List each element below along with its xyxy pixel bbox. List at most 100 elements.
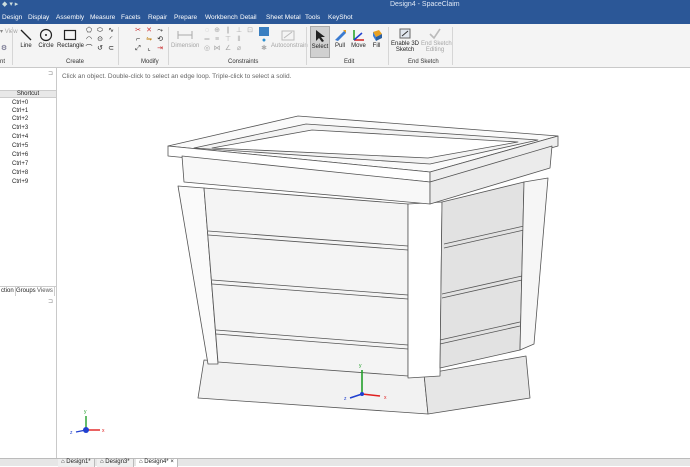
arc-icon[interactable]: ◠ xyxy=(85,36,93,43)
show-constraints-icon[interactable] xyxy=(259,27,269,36)
autoconstrain-button[interactable]: Autoconstrain xyxy=(271,28,308,49)
corner-origin xyxy=(83,427,89,433)
shortcut-item[interactable]: Ctrl+3 xyxy=(12,125,28,131)
shortcut-item[interactable]: Ctrl+8 xyxy=(12,170,28,176)
shortcut-item[interactable]: Ctrl+6 xyxy=(12,152,28,158)
mirror-icon[interactable]: ⇋ xyxy=(145,36,153,43)
shortcut-item[interactable]: Ctrl+4 xyxy=(12,134,28,140)
corner-z-label: z xyxy=(70,430,73,436)
bend-icon[interactable]: ⟲ xyxy=(156,36,164,43)
symmetric-icon[interactable]: ⋈ xyxy=(213,45,221,52)
menu-prepare[interactable]: Prepare xyxy=(174,14,197,21)
pin-icon[interactable]: ⊐ xyxy=(48,70,53,77)
menu-measure[interactable]: Measure xyxy=(90,14,115,21)
corner-icon[interactable]: ⌞ xyxy=(145,45,153,52)
quick-access-toolbar[interactable]: ◆ ▾ ▸ xyxy=(2,0,18,8)
shortcut-item[interactable]: Ctrl+2 xyxy=(12,116,28,122)
tab-selection[interactable]: ction xyxy=(0,287,16,296)
angle-icon[interactable]: ∠ xyxy=(224,45,232,52)
dimension-icon xyxy=(177,31,193,39)
concentric-icon[interactable]: ◎ xyxy=(203,45,211,52)
midpoint-icon[interactable]: ⊕ xyxy=(213,27,221,34)
radius-icon[interactable]: ⌀ xyxy=(235,45,243,52)
menu-sheet-metal[interactable]: Sheet Metal xyxy=(266,14,301,21)
sweep-arc-icon[interactable]: ↺ xyxy=(96,45,104,52)
shortcut-item[interactable]: Ctrl+1 xyxy=(12,108,28,114)
ribbon-separator xyxy=(452,27,453,65)
menu-tools[interactable]: Tools xyxy=(305,14,320,21)
menu-assembly[interactable]: Assembly xyxy=(56,14,84,21)
pin-icon[interactable]: ⊐ xyxy=(48,298,53,305)
ellipse-icon[interactable]: ⬭ xyxy=(96,27,104,34)
three-point-arc-icon[interactable]: ⌒ xyxy=(85,45,93,52)
tab-groups[interactable]: Groups xyxy=(15,287,38,296)
tangent-icon[interactable]: ⊤ xyxy=(224,36,232,43)
circle-tool-button[interactable]: Circle xyxy=(36,28,56,49)
view-button[interactable]: ▾ View xyxy=(0,28,18,35)
menu-repair[interactable]: Repair xyxy=(148,14,167,21)
design-viewport[interactable]: Click an object. Double-click to select … xyxy=(58,68,690,458)
fix-icon[interactable]: ⊡ xyxy=(246,27,254,34)
gear-icon[interactable]: ⚙ xyxy=(0,45,8,52)
polygon-icon[interactable]: ⬠ xyxy=(85,27,93,34)
split-icon[interactable]: ✕ xyxy=(145,27,153,34)
delete-constraint-icon[interactable]: ✱ xyxy=(260,45,268,52)
group-label-edit: Edit xyxy=(344,59,355,65)
line-tool-button[interactable]: Line xyxy=(17,28,35,49)
menu-keyshot[interactable]: KeyShot xyxy=(328,14,353,21)
menu-facets[interactable]: Facets xyxy=(121,14,141,21)
fill-tool-button[interactable]: Fill xyxy=(369,28,384,49)
title-bar: ◆ ▾ ▸ Design4 - SpaceClaim xyxy=(0,0,690,12)
rectangle-tool-button[interactable]: Rectangle xyxy=(57,28,84,49)
rectangle-icon xyxy=(63,29,77,41)
shortcut-item[interactable]: Ctrl+5 xyxy=(12,143,28,149)
parallel-icon[interactable]: ∥ xyxy=(224,27,232,34)
slot-icon[interactable]: ⊂ xyxy=(107,45,115,52)
dimension-button[interactable]: Dimension xyxy=(171,28,199,49)
planter-box-model[interactable]: y x z y x z xyxy=(58,68,690,458)
trim-icon[interactable]: ✂ xyxy=(134,27,142,34)
constraint-color-icon[interactable]: ● xyxy=(260,37,268,44)
side-panel[interactable] xyxy=(439,181,525,369)
perpendicular-icon[interactable]: ⊥ xyxy=(235,27,243,34)
move-icon xyxy=(352,30,364,41)
menu-workbench[interactable]: Workbench xyxy=(205,14,238,21)
ribbon-separator xyxy=(306,27,307,65)
circle-icon xyxy=(39,28,53,42)
equal-icon[interactable]: ⫴ xyxy=(235,36,243,43)
close-icon[interactable]: × xyxy=(170,459,174,465)
enable-3d-sketch-button[interactable]: Enable 3D Sketch xyxy=(391,27,419,53)
back-right-post[interactable] xyxy=(519,177,549,351)
pull-icon xyxy=(335,30,346,41)
end-sketch-editing-button[interactable]: End Sketch Editing xyxy=(421,27,452,53)
shortcut-item[interactable]: Ctrl+7 xyxy=(12,161,28,167)
menu-design[interactable]: Design xyxy=(2,14,22,21)
shortcut-column-header: Shortcut xyxy=(0,90,56,98)
ribbon-separator xyxy=(388,27,389,65)
vertical-icon[interactable]: ≡ xyxy=(213,36,221,43)
checkmark-icon xyxy=(429,28,441,40)
left-panel: ⊐ Shortcut Ctrl+0 Ctrl+1 Ctrl+2 Ctrl+3 C… xyxy=(0,68,57,458)
panel-tabs: ction Groups Views xyxy=(0,286,56,296)
fillet-icon[interactable]: ⌐ xyxy=(134,36,142,43)
offset-icon[interactable]: ⤳ xyxy=(156,27,164,34)
move-tool-button[interactable]: Move xyxy=(350,28,367,49)
scale-icon[interactable]: ⤢ xyxy=(134,45,142,52)
menu-detail[interactable]: Detail xyxy=(240,14,257,21)
select-tool-button[interactable]: Select xyxy=(310,26,330,58)
front-right-post[interactable] xyxy=(407,201,443,379)
triad-origin[interactable] xyxy=(360,392,364,396)
menu-display[interactable]: Display xyxy=(28,14,49,21)
spline-icon[interactable]: ∿ xyxy=(107,27,115,34)
tangent-arc-icon[interactable]: ◜ xyxy=(107,36,115,43)
coincident-icon[interactable]: ◌ xyxy=(203,27,211,34)
menu-bar: Design Display Assembly Measure Facets R… xyxy=(0,12,690,24)
pull-tool-button[interactable]: Pull xyxy=(332,28,348,49)
point-icon[interactable]: ⊙ xyxy=(96,36,104,43)
horizontal-icon[interactable]: ═ xyxy=(203,36,211,43)
shortcut-item[interactable]: Ctrl+0 xyxy=(12,100,28,106)
extend-icon[interactable]: ⇥ xyxy=(156,45,164,52)
tab-views[interactable]: Views xyxy=(36,287,55,296)
shortcut-item[interactable]: Ctrl+9 xyxy=(12,179,28,185)
ribbon-separator xyxy=(12,27,13,65)
